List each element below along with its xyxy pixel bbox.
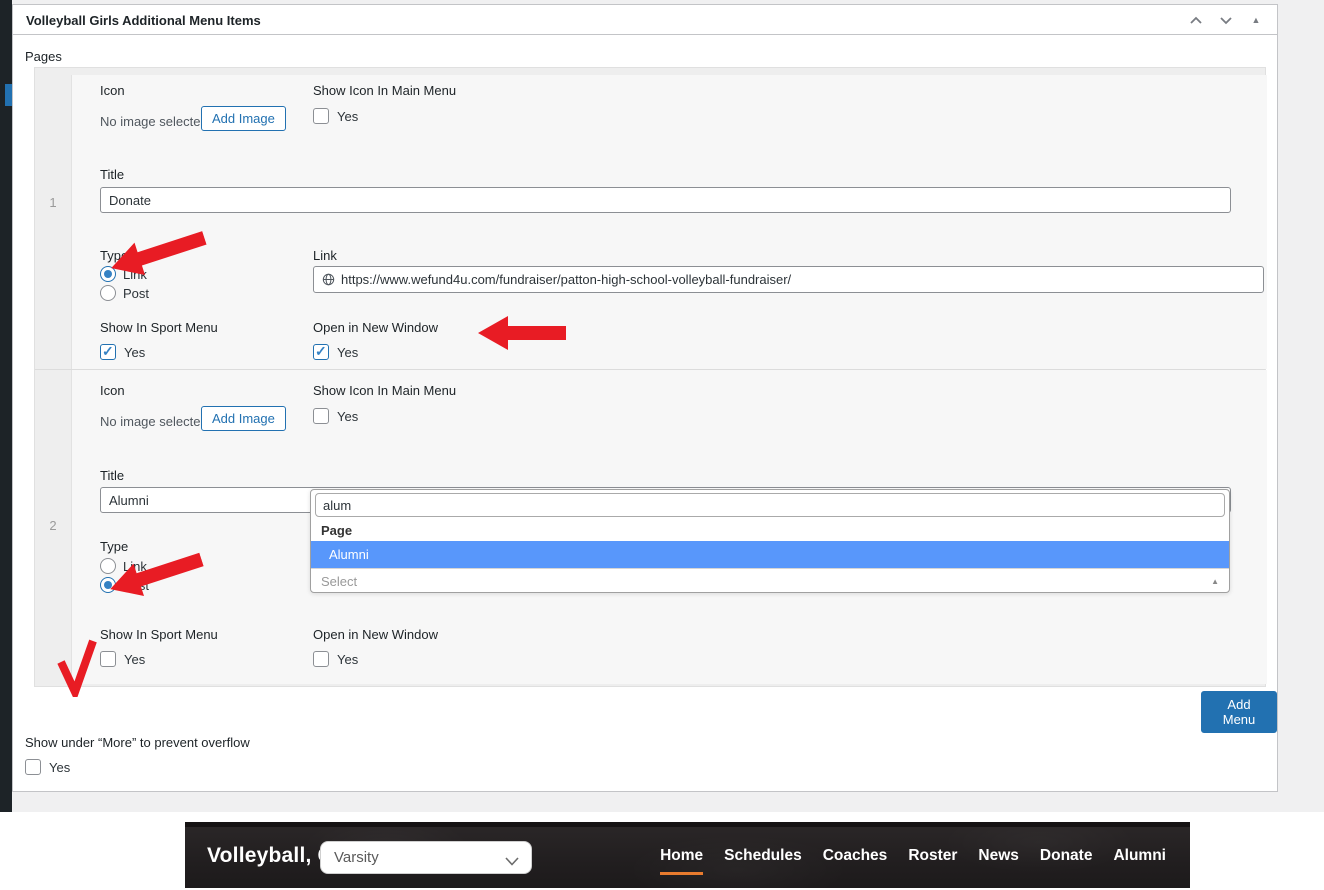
- wp-admin-sidebar-active-marker: [5, 84, 12, 106]
- site-nav-preview: Volleyball, Girls Varsity Home Schedules…: [185, 822, 1190, 888]
- repeater-table: 1 Icon No image selected Add Image Show …: [34, 67, 1267, 687]
- sport-menu-checkbox[interactable]: [100, 343, 116, 360]
- dropdown-group-label: Page: [321, 523, 353, 538]
- type-link-radio[interactable]: [100, 266, 116, 282]
- type-post-label: Post: [123, 285, 150, 301]
- type-field-label: Type: [100, 539, 129, 554]
- move-up-icon[interactable]: [1189, 13, 1203, 27]
- globe-icon: [322, 273, 335, 286]
- show-icon-checkbox[interactable]: [313, 108, 329, 124]
- title-field-label: Title: [100, 468, 125, 483]
- screenshot-root: Volleyball Girls Additional Menu Items ▲…: [0, 0, 1324, 890]
- nav-item-coaches[interactable]: Coaches: [823, 841, 888, 875]
- title-input[interactable]: [100, 187, 1231, 213]
- field-label-pages: Pages: [25, 49, 62, 64]
- wp-admin-sidebar[interactable]: [0, 0, 12, 812]
- type-post-radio[interactable]: [100, 285, 116, 301]
- new-window-label: Open in New Window: [313, 627, 438, 642]
- post-select-control[interactable]: Select ▲: [311, 568, 1229, 593]
- type-post-label: Post: [123, 577, 150, 593]
- dropdown-option-alumni[interactable]: Alumni: [311, 541, 1229, 568]
- more-overflow-label: Show under “More” to prevent overflow: [25, 735, 250, 750]
- type-post-radio[interactable]: [100, 577, 116, 593]
- panel-header: Volleyball Girls Additional Menu Items ▲: [13, 5, 1277, 35]
- new-window-yes-label: Yes: [337, 651, 359, 667]
- sport-menu-label: Show In Sport Menu: [100, 627, 218, 642]
- no-image-text: No image selected: [100, 414, 208, 429]
- show-icon-label: Show Icon In Main Menu: [313, 83, 457, 98]
- wp-admin-area: Volleyball Girls Additional Menu Items ▲…: [0, 0, 1324, 812]
- link-url-value: https://www.wefund4u.com/fundraiser/patt…: [341, 272, 792, 287]
- new-window-checkbox-wrap: Yes: [313, 343, 359, 360]
- add-image-button[interactable]: Add Image: [201, 406, 286, 431]
- sport-menu-checkbox-wrap: Yes: [100, 343, 146, 360]
- icon-field-label: Icon: [100, 383, 125, 398]
- show-icon-label: Show Icon In Main Menu: [313, 383, 457, 398]
- type-link-label: Link: [123, 558, 147, 574]
- more-overflow-yes-label: Yes: [49, 759, 71, 775]
- panel-controls: ▲: [1189, 13, 1263, 27]
- new-window-checkbox[interactable]: [313, 343, 329, 360]
- sport-menu-yes-label: Yes: [124, 344, 146, 360]
- post-search-input[interactable]: [315, 493, 1225, 517]
- new-window-yes-label: Yes: [337, 344, 359, 360]
- type-post-radio-wrap: Post: [100, 285, 149, 301]
- type-link-radio[interactable]: [100, 558, 116, 574]
- link-url-input[interactable]: https://www.wefund4u.com/fundraiser/patt…: [313, 266, 1264, 293]
- row-2-order-handle[interactable]: 2: [35, 518, 71, 533]
- type-link-radio-wrap: Link: [100, 266, 147, 282]
- repeater-row-1: Icon No image selected Add Image Show Ic…: [71, 75, 1267, 369]
- new-window-checkbox-wrap: Yes: [313, 651, 358, 667]
- collapse-toggle-icon[interactable]: ▲: [1249, 13, 1263, 27]
- nav-item-home[interactable]: Home: [660, 841, 704, 875]
- type-field-label: Type: [100, 248, 129, 263]
- nav-list: Home Schedules Coaches Roster News Donat…: [660, 827, 1166, 888]
- add-menu-button[interactable]: Add Menu: [1201, 691, 1277, 733]
- show-icon-checkbox[interactable]: [313, 408, 329, 424]
- nav-item-schedules[interactable]: Schedules: [724, 841, 802, 875]
- show-icon-checkbox-wrap: Yes: [313, 408, 358, 424]
- show-icon-yes-label: Yes: [337, 108, 359, 124]
- title-field-label: Title: [100, 167, 125, 182]
- type-post-radio-wrap: Post: [100, 577, 149, 593]
- post-select-dropdown: Page Alumni Select ▲: [310, 489, 1230, 593]
- sport-menu-checkbox-wrap: Yes: [100, 651, 145, 667]
- level-select-value: Varsity: [334, 849, 379, 866]
- show-icon-yes-label: Yes: [337, 408, 359, 424]
- nav-item-news[interactable]: News: [978, 841, 1019, 875]
- new-window-checkbox[interactable]: [313, 651, 329, 667]
- no-image-text: No image selected: [100, 114, 208, 129]
- move-down-icon[interactable]: [1219, 13, 1233, 27]
- type-link-radio-wrap: Link: [100, 558, 147, 574]
- icon-field-label: Icon: [100, 83, 125, 98]
- postbox-panel: Volleyball Girls Additional Menu Items ▲…: [12, 4, 1278, 792]
- chevron-down-icon: [505, 853, 519, 871]
- sport-menu-label: Show In Sport Menu: [100, 320, 218, 335]
- more-overflow-checkbox-wrap: Yes: [25, 759, 70, 775]
- new-window-label: Open in New Window: [313, 320, 438, 335]
- type-link-label: Link: [123, 266, 147, 282]
- add-image-button[interactable]: Add Image: [201, 106, 286, 131]
- level-select[interactable]: Varsity: [320, 841, 532, 874]
- row-1-order-handle[interactable]: 1: [35, 195, 71, 210]
- show-icon-checkbox-wrap: Yes: [313, 108, 358, 124]
- more-overflow-checkbox[interactable]: [25, 759, 41, 775]
- sport-menu-checkbox[interactable]: [100, 651, 116, 667]
- select-arrow-icon: ▲: [1211, 576, 1219, 586]
- select-placeholder: Select: [321, 573, 358, 589]
- nav-item-donate[interactable]: Donate: [1040, 841, 1093, 875]
- panel-title: Volleyball Girls Additional Menu Items: [26, 13, 261, 28]
- sport-menu-yes-label: Yes: [124, 651, 146, 667]
- link-field-label: Link: [313, 248, 337, 263]
- nav-item-roster[interactable]: Roster: [908, 841, 957, 875]
- nav-item-alumni[interactable]: Alumni: [1113, 841, 1166, 875]
